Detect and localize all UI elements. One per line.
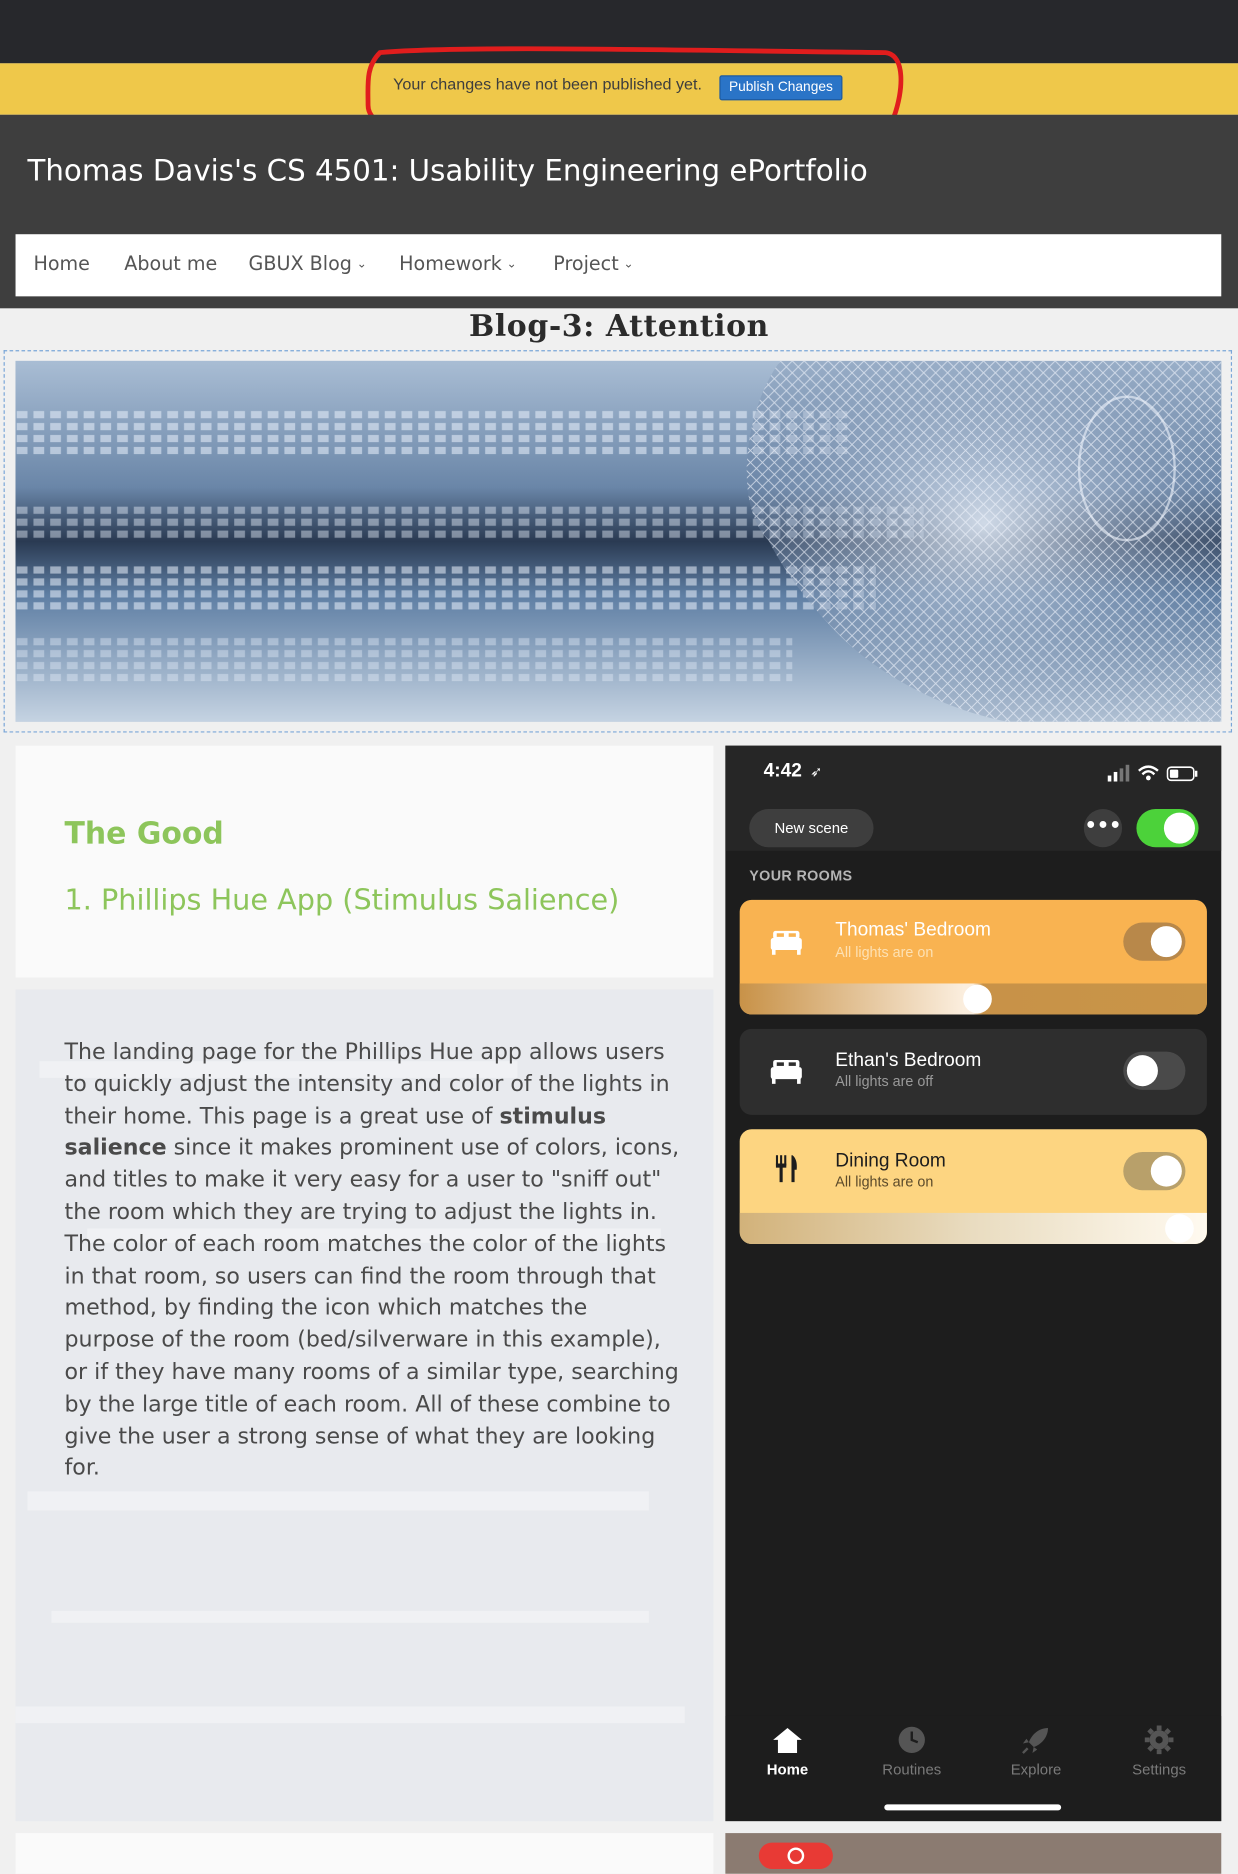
nav-about-me[interactable]: About me (124, 252, 217, 275)
nav-homework[interactable]: Homework ⌄ (399, 252, 517, 275)
new-scene-button[interactable]: New scene (749, 809, 874, 848)
location-arrow-icon: ➶ (810, 763, 823, 781)
battery-icon (1166, 766, 1198, 782)
room-status: All lights are off (835, 1073, 934, 1090)
toggle-knob (1163, 812, 1195, 844)
nav-about-me-label: About me (124, 252, 218, 275)
chevron-down-icon: ⌄ (623, 258, 634, 272)
banner-image (15, 360, 1222, 722)
room-name: Thomas' Bedroom (835, 920, 991, 941)
brightness-slider-thomas-bedroom[interactable] (739, 983, 1207, 1015)
rocket-icon (1022, 1727, 1048, 1754)
gear-icon (1144, 1725, 1174, 1755)
more-options-icon[interactable]: ••• (1083, 809, 1123, 848)
room-toggle-ethan-bedroom[interactable] (1123, 1051, 1186, 1090)
nav-gbux-blog[interactable]: GBUX Blog ⌄ (249, 252, 367, 275)
room-name: Dining Room (835, 1150, 946, 1172)
hue-app-screenshot: 4:42 ➶ New scene ••• YOUR ROOMS Thomas' … (725, 745, 1222, 1822)
section-subheading: 1. Phillips Hue App (Stimulus Salience) (64, 883, 620, 917)
chevron-down-icon: ⌄ (356, 258, 367, 272)
body-text-end: since it makes prominent use of colors, … (64, 1135, 680, 1482)
brightness-slider-dining-room[interactable] (739, 1212, 1207, 1244)
signal-icon (1107, 764, 1130, 782)
room-card-dining-room[interactable]: Dining Room All lights are on (739, 1129, 1207, 1244)
next-phone-screenshot (725, 1833, 1222, 1874)
slider-thumb[interactable] (963, 984, 992, 1014)
toggle-knob (1150, 1155, 1182, 1187)
room-toggle-dining-room[interactable] (1123, 1151, 1186, 1191)
nav-project-label: Project (553, 252, 619, 275)
home-icon (773, 1727, 802, 1754)
digital-face-illustration (15, 360, 1222, 722)
tab-explore[interactable]: Explore (988, 1726, 1084, 1779)
dining-icon (775, 1155, 797, 1183)
body-paragraph: The landing page for the Phillips Hue ap… (65, 1037, 680, 1485)
phone-status-icons (1107, 764, 1198, 782)
nav-homework-label: Homework (399, 252, 502, 275)
tab-routines-label: Routines (882, 1761, 942, 1779)
your-rooms-label: YOUR ROOMS (749, 867, 853, 885)
nav-project[interactable]: Project ⌄ (553, 252, 633, 275)
clock-icon (898, 1726, 925, 1754)
site-title[interactable]: Thomas Davis's CS 4501: Usability Engine… (27, 153, 867, 188)
record-icon (787, 1847, 805, 1865)
wifi-icon (1138, 765, 1159, 781)
phone-time: 4:42 (763, 761, 802, 782)
room-status: All lights are on (835, 1173, 934, 1191)
bed-icon (770, 930, 802, 955)
room-name: Ethan's Bedroom (835, 1050, 982, 1071)
bed-icon (770, 1059, 802, 1084)
nav-home[interactable]: Home (33, 252, 89, 275)
nav-gbux-blog-label: GBUX Blog (248, 252, 352, 275)
tab-routines[interactable]: Routines (864, 1726, 960, 1779)
recording-indicator (758, 1842, 833, 1869)
tab-explore-label: Explore (1010, 1761, 1062, 1779)
tab-settings[interactable]: Settings (1111, 1725, 1207, 1779)
chevron-down-icon: ⌄ (506, 258, 517, 272)
toggle-knob (1150, 926, 1182, 958)
section-heading: The Good (64, 816, 224, 851)
nav-home-label: Home (33, 252, 90, 275)
master-lights-toggle[interactable] (1136, 809, 1199, 848)
room-card-thomas-bedroom[interactable]: Thomas' Bedroom All lights are on (739, 899, 1207, 1015)
tab-home[interactable]: Home (740, 1726, 836, 1779)
tab-settings-label: Settings (1132, 1761, 1187, 1779)
page-title: Blog-3: Attention (469, 308, 769, 343)
home-indicator (884, 1804, 1062, 1811)
good-section-card (15, 745, 714, 978)
room-card-ethan-bedroom[interactable]: Ethan's Bedroom All lights are off (739, 1028, 1207, 1115)
slider-thumb[interactable] (1165, 1214, 1194, 1243)
room-toggle-thomas-bedroom[interactable] (1123, 922, 1186, 961)
toggle-knob (1126, 1055, 1158, 1087)
next-section-card (15, 1833, 714, 1874)
tab-home-label: Home (766, 1761, 809, 1779)
room-status: All lights are on (835, 944, 934, 961)
